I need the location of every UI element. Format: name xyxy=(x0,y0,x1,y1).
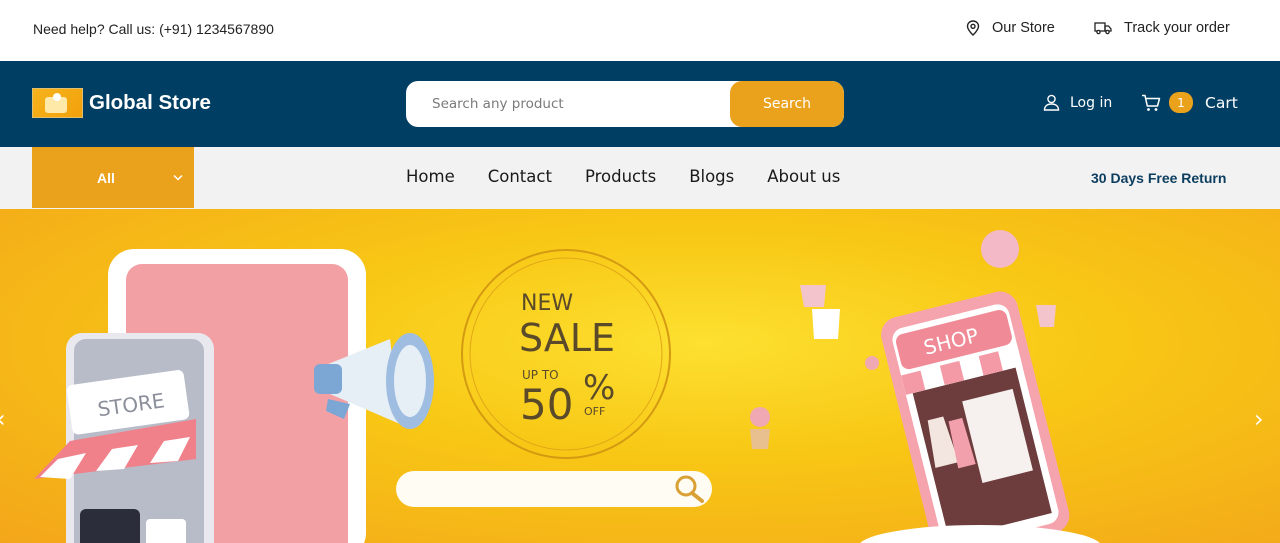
user-icon xyxy=(1043,94,1060,111)
login-label: Log in xyxy=(1070,94,1113,111)
nav-home[interactable]: Home xyxy=(406,167,455,186)
our-store-label: Our Store xyxy=(992,20,1055,36)
brand-logo-link[interactable]: Global Store xyxy=(32,88,211,118)
main-nav: All Home Contact Products Blogs About us… xyxy=(0,147,1280,209)
help-text: Need help? Call us: (+91) 1234567890 xyxy=(33,21,274,37)
cart-icon xyxy=(1142,94,1161,111)
brand-name: Global Store xyxy=(89,91,211,114)
nav-contact[interactable]: Contact xyxy=(488,167,552,186)
cart-link[interactable]: 1 Cart xyxy=(1141,92,1238,113)
track-order-label: Track your order xyxy=(1124,20,1230,36)
search-button[interactable]: Search xyxy=(730,81,844,127)
hero-carousel: STORE NEW SALE UP TO 50 % OFF SHOP › xyxy=(0,209,1280,543)
banner-value-text: 50 xyxy=(520,380,573,429)
brand-logo-image xyxy=(32,88,83,118)
map-pin-icon xyxy=(966,20,980,36)
banner-percent-text: % xyxy=(583,368,615,408)
nav-products[interactable]: Products xyxy=(585,167,656,186)
free-return-promo: 30 Days Free Return xyxy=(1091,170,1227,186)
main-header: Global Store Search Log in 1 Cart xyxy=(0,61,1280,147)
hero-banner-illustration: STORE NEW SALE UP TO 50 % OFF SHOP xyxy=(34,230,1100,543)
nav-blogs[interactable]: Blogs xyxy=(689,167,734,186)
search-input[interactable] xyxy=(406,81,736,127)
track-order-link[interactable]: Track your order xyxy=(1094,20,1230,36)
carousel-prev-arrow[interactable]: ‹ xyxy=(0,405,6,433)
our-store-link[interactable]: Our Store xyxy=(966,20,1055,36)
banner-new-text: NEW xyxy=(521,291,573,316)
nav-links: Home Contact Products Blogs About us xyxy=(406,167,840,186)
nav-about-us[interactable]: About us xyxy=(767,167,840,186)
search-bar: Search xyxy=(406,81,844,127)
carousel-next-arrow[interactable]: › xyxy=(1254,405,1264,433)
top-info-bar: Need help? Call us: (+91) 1234567890 Our… xyxy=(0,0,1280,61)
banner-off-text: OFF xyxy=(584,405,605,418)
cart-count-badge: 1 xyxy=(1169,92,1193,113)
login-link[interactable]: Log in xyxy=(1043,94,1112,111)
chevron-down-icon xyxy=(173,174,183,181)
category-label: All xyxy=(97,170,115,186)
cart-label: Cart xyxy=(1205,93,1238,112)
truck-icon xyxy=(1094,22,1112,35)
banner-sale-text: SALE xyxy=(519,316,615,360)
category-dropdown[interactable]: All xyxy=(32,147,194,208)
